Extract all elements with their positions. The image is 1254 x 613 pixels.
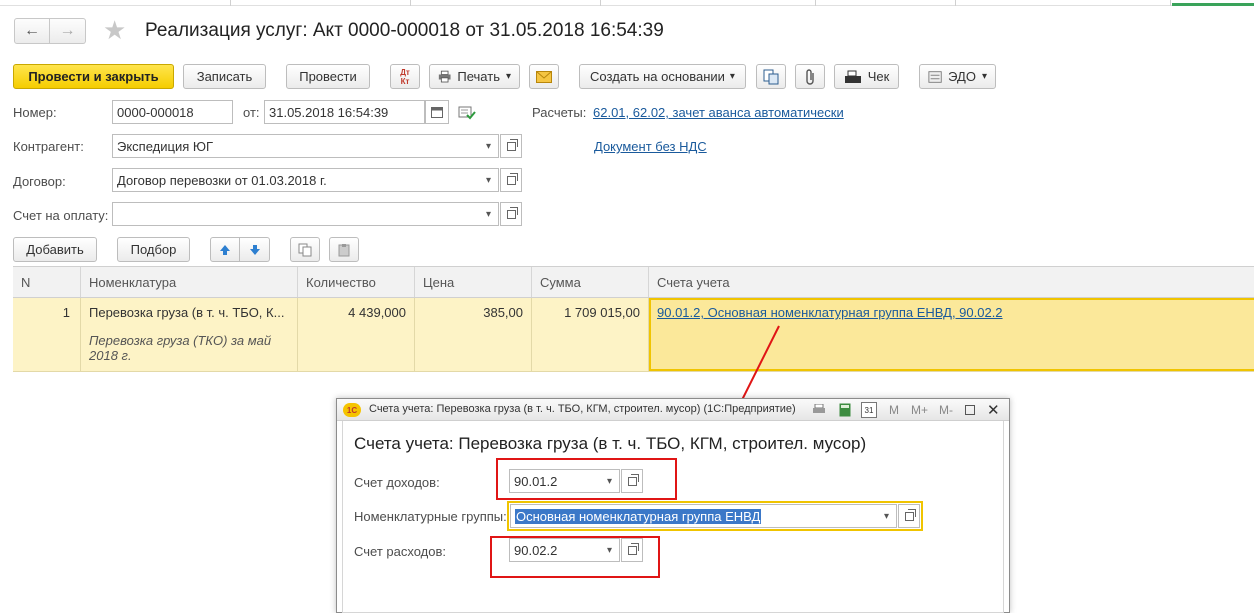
calendar-window-icon[interactable]: 31 bbox=[861, 402, 877, 418]
item-group-selected-text: Основная номенклатурная группа ЕНВД bbox=[515, 508, 762, 524]
item-group-label: Номенклатурные группы: bbox=[354, 509, 507, 524]
print-window-icon[interactable] bbox=[811, 402, 827, 418]
item-group-open-button[interactable] bbox=[898, 504, 920, 528]
memory-plus-button[interactable]: M+ bbox=[911, 403, 928, 417]
income-account-label: Счет доходов: bbox=[354, 475, 440, 490]
chevron-down-icon: ▾ bbox=[883, 510, 890, 522]
memory-m-button[interactable]: M bbox=[889, 403, 899, 417]
expense-account-label: Счет расходов: bbox=[354, 544, 446, 559]
dialog-window-title: Счета учета: Перевозка груза (в т. ч. ТБ… bbox=[369, 403, 796, 415]
maximize-icon[interactable] bbox=[965, 405, 975, 415]
memory-minus-button[interactable]: M- bbox=[939, 403, 953, 417]
close-icon[interactable]: ✕ bbox=[987, 401, 1000, 419]
accounts-dialog: 1С Счета учета: Перевозка груза (в т. ч.… bbox=[336, 398, 1010, 613]
income-highlight-box bbox=[496, 458, 677, 500]
item-group-field[interactable]: Основная номенклатурная группа ЕНВД bbox=[510, 504, 878, 528]
calculator-icon[interactable] bbox=[837, 402, 853, 418]
dialog-heading: Счета учета: Перевозка груза (в т. ч. ТБ… bbox=[354, 434, 867, 453]
dialog-title-bar: 1С Счета учета: Перевозка груза (в т. ч.… bbox=[337, 399, 1009, 421]
item-group-dropdown[interactable]: ▾ bbox=[877, 504, 897, 528]
1c-logo-icon: 1С bbox=[343, 403, 361, 417]
open-icon bbox=[904, 508, 916, 521]
expense-highlight-box bbox=[490, 536, 660, 578]
